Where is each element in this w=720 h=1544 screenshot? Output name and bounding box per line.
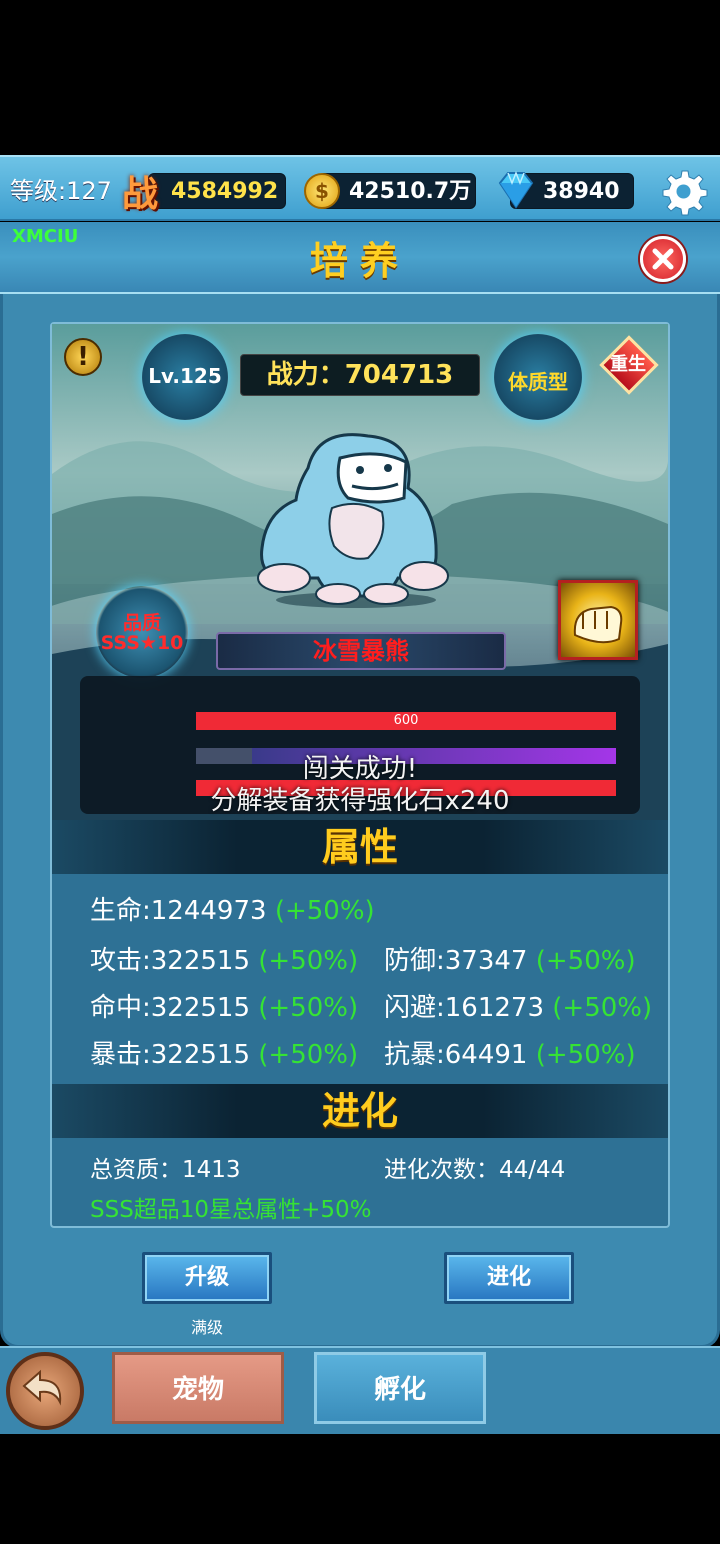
pet-yeti-image[interactable]: [248, 428, 460, 608]
stat-defense-value: 防御:37347: [384, 946, 528, 976]
attributes-header: 属性: [52, 820, 668, 874]
stat-hit: 命中:322515 (+50%): [90, 987, 358, 1024]
stat-attack-value: 攻击:322515: [90, 946, 251, 976]
quality-badge: 品质 SSS★10: [96, 586, 188, 678]
diamond-icon: [498, 171, 534, 209]
combat-power: 战力：704713: [240, 354, 480, 396]
close-button[interactable]: [640, 236, 686, 282]
evolve-button[interactable]: 进化: [444, 1252, 574, 1304]
watermark: XMCIU: [12, 226, 79, 247]
stat-hp-value: 生命:1244973: [90, 896, 267, 926]
panel-title: 培养: [309, 239, 410, 283]
pet-scene: ! Lv.125 战力：704713 体质型 重生 品质 SSS★10 冰雪暴熊…: [52, 324, 668, 822]
skill-slot[interactable]: [558, 580, 638, 660]
rebirth-label: 重生: [610, 354, 646, 375]
quality-value: SSS★10: [100, 632, 184, 654]
pet-name: 冰雪暴熊: [216, 632, 506, 670]
stat-dodge-value: 闪避:161273: [384, 993, 545, 1023]
evolve-count: 进化次数：44/44: [384, 1157, 566, 1183]
back-button[interactable]: [6, 1352, 84, 1430]
stat-crit-bonus: (+50%): [258, 1040, 359, 1070]
gear-icon[interactable]: [658, 167, 708, 217]
fist-skill-icon: [573, 605, 623, 644]
stat-dodge: 闪避:161273 (+50%): [384, 987, 652, 1024]
stat-hp-bonus: (+50%): [274, 896, 375, 926]
evolution-title: 进化: [321, 1089, 398, 1133]
stat-crit-resist-value: 抗暴:64491: [384, 1040, 528, 1070]
upgrade-max-label: 满级: [190, 1318, 223, 1337]
top-status-bar: 等级:127 4584992 战 42510.7万 $ 38940: [0, 155, 720, 221]
stat-crit-resist-bonus: (+50%): [535, 1040, 636, 1070]
type-badge: 体质型: [494, 334, 582, 420]
back-arrow-icon: [22, 1369, 62, 1406]
stat-crit: 暴击:322515 (+50%): [90, 1034, 358, 1071]
tab-hatch[interactable]: 孵化: [314, 1352, 486, 1424]
evolution-header: 进化: [52, 1084, 668, 1138]
total-aptitude: 总资质：1413: [90, 1157, 241, 1183]
stat-hit-bonus: (+50%): [258, 993, 359, 1023]
rebirth-button[interactable]: 重生: [599, 335, 659, 395]
evolution-bonus: SSS超品10星总属性+50%: [90, 1197, 372, 1223]
stat-attack-bonus: (+50%): [258, 946, 359, 976]
diamond-value: 38940: [543, 179, 620, 204]
tab-pet[interactable]: 宠物: [112, 1352, 284, 1424]
gold-box: 42510.7万: [318, 173, 476, 209]
stat-dodge-bonus: (+50%): [552, 993, 653, 1023]
quality-label: 品质: [122, 612, 161, 634]
stat-attack: 攻击:322515 (+50%): [90, 940, 358, 977]
attributes-title: 属性: [321, 825, 398, 869]
stat-crit-value: 暴击:322515: [90, 1040, 251, 1070]
stat-defense-bonus: (+50%): [535, 946, 636, 976]
player-level: 等级:127: [10, 177, 112, 205]
gold-value: 42510.7万: [349, 179, 472, 204]
power-value: 4584992: [171, 179, 279, 204]
gold-coin-icon: $: [304, 173, 340, 209]
close-icon: [652, 248, 674, 270]
toast-line-2: 分解装备获得强化石x240: [210, 786, 510, 816]
stat-crit-resist: 抗暴:64491 (+50%): [384, 1034, 636, 1071]
level-badge-text: Lv.125: [148, 364, 222, 388]
panel-title-bar: 培养 XMCIU: [0, 222, 720, 294]
level-badge: Lv.125: [142, 334, 228, 420]
stat-hit-value: 命中:322515: [90, 993, 251, 1023]
stat-defense: 防御:37347 (+50%): [384, 940, 636, 977]
hp-bar: 600: [196, 712, 616, 730]
stat-hp: 生命:1244973 (+50%): [90, 890, 375, 927]
power-icon: 战: [122, 174, 159, 215]
upgrade-button[interactable]: 升级: [142, 1252, 272, 1304]
info-icon[interactable]: !: [64, 338, 102, 376]
type-badge-text: 体质型: [508, 370, 568, 394]
